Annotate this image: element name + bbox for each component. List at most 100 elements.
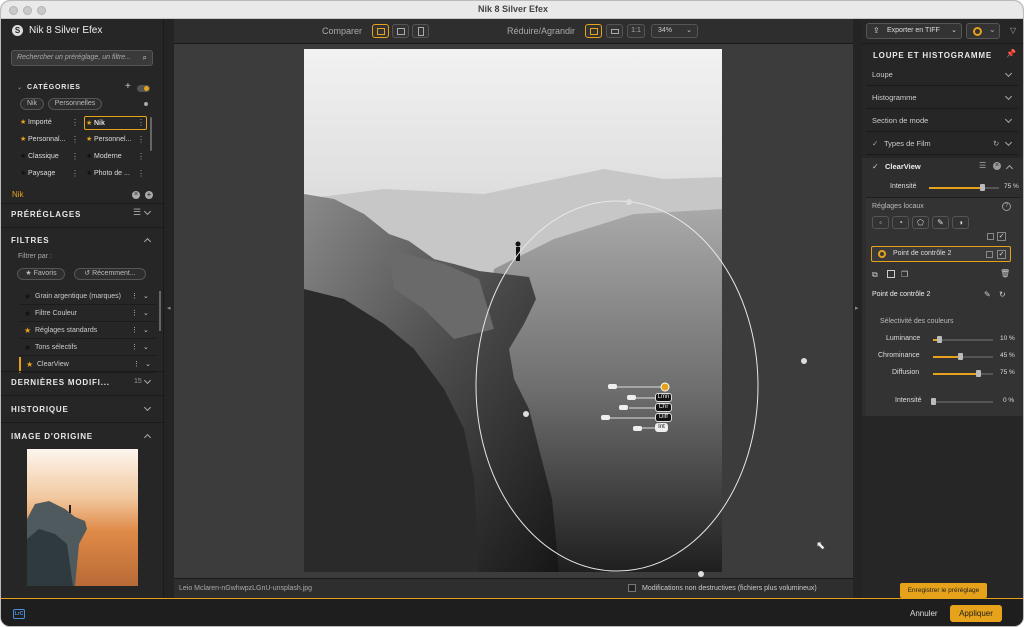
all-points-check[interactable]: ✓ (997, 232, 1006, 241)
remove-icon[interactable]: × (132, 191, 140, 199)
section-loupe[interactable]: Loupe (866, 64, 1018, 86)
more-icon[interactable]: ⋮ (71, 116, 79, 130)
gradient-tool-icon[interactable]: ◔ (892, 216, 909, 229)
original-image-thumbnail (27, 449, 138, 586)
history-title: HISTORIQUE (11, 405, 69, 414)
tab-personnelles[interactable]: Personnelles (48, 98, 102, 110)
section-film-types[interactable]: ✓ Types de Film ↻ (866, 133, 1018, 155)
cp-diffusion-tag[interactable]: Diff (655, 413, 672, 422)
filter-row-color[interactable]: ★ Filtre Couleur ⋮ ⌄ (19, 306, 157, 322)
tab-nik[interactable]: Nik (20, 98, 44, 110)
list-icon[interactable]: ☰ (979, 161, 986, 170)
recent-edits-title: DERNIÈRES MODIFI... (11, 378, 110, 387)
remove-filter-icon[interactable]: × (993, 162, 1001, 170)
clearview-enable-check[interactable]: ✓ (872, 162, 879, 171)
presets-title: PRÉRÉGLAGES (11, 210, 82, 219)
cp-intensity-tag[interactable]: Int (655, 423, 668, 432)
more-icon[interactable]: ⋮ (137, 133, 145, 147)
delete-icon[interactable]: 🗑 (1000, 269, 1010, 278)
cancel-button[interactable]: Annuler (910, 609, 938, 618)
filters-scrollbar[interactable] (159, 291, 161, 331)
luminance-value: 10 % (1000, 335, 1015, 342)
search-input[interactable]: Rechercher un préréglage, un filtre... ⌕ (11, 50, 153, 66)
checkmark-icon: ✓ (997, 250, 1006, 259)
recent-edits-count: 15 (134, 378, 142, 385)
add-icon[interactable]: + (145, 191, 153, 199)
more-icon[interactable]: ⋮ (71, 133, 79, 147)
nondestructive-checkbox[interactable] (628, 584, 636, 592)
cp-chrominance-tag[interactable]: Chr (655, 403, 672, 412)
search-placeholder: Rechercher un préréglage, un filtre... (17, 54, 132, 61)
app-window: Nik 8 Silver Efex S Nik 8 Silver Efex Re… (0, 0, 1024, 627)
lightroom-icon[interactable]: LrC (13, 609, 25, 619)
local-intensity-label: Intensité (895, 397, 922, 404)
filter-row-selective[interactable]: ★ Tons sélectifs ⋮ ⌄ (19, 340, 157, 356)
diffusion-value: 75 % (1000, 369, 1015, 376)
lasso-tool-icon[interactable]: ⬠ (912, 216, 929, 229)
control-point-tool-icon[interactable]: ◦ (872, 216, 889, 229)
apply-button[interactable]: Appliquer (950, 605, 1002, 622)
chevron-down-icon[interactable] (143, 403, 152, 412)
invert-point-icon[interactable] (887, 270, 895, 278)
left-panel-collapse[interactable]: ◂ (164, 19, 174, 598)
filter-row-grain[interactable]: ★ Grain argentique (marques) ⋮ ⌄ (19, 289, 157, 305)
chevron-up-icon[interactable] (1005, 164, 1014, 173)
local-intensity-slider[interactable] (931, 398, 993, 405)
pin-icon[interactable]: 📌 (1006, 49, 1016, 58)
chevron-down-icon[interactable] (143, 207, 152, 216)
ellipse-handle-bottom (698, 571, 704, 577)
intensity-slider[interactable] (929, 184, 999, 191)
control-point-overlay[interactable] (174, 19, 853, 598)
local-adjustments-box: Réglages locaux ? ◦ ◔ ⬠ ✎ ◑ ✓ Point de c… (866, 197, 1021, 416)
section-histogram[interactable]: Histogramme (866, 87, 1018, 109)
cp-luminance-tag[interactable]: Lmn (655, 393, 672, 402)
search-icon[interactable]: ⌕ (143, 53, 147, 63)
intensity-value: 75 % (1004, 183, 1019, 190)
nik-logo-icon: S (12, 25, 23, 36)
chevron-down-icon[interactable]: ⌄ (17, 84, 22, 91)
clearview-title: ClearView (885, 162, 921, 171)
more-icon[interactable]: ⋮ (137, 167, 145, 181)
more-icon[interactable]: ⋮ (71, 150, 79, 164)
mask-toggle[interactable] (987, 233, 994, 240)
more-icon[interactable]: ⋮ (137, 150, 145, 164)
help-icon[interactable]: ? (1002, 202, 1011, 211)
chrominance-value: 45 % (1000, 352, 1015, 359)
chevron-up-icon[interactable] (143, 237, 152, 246)
luminosity-tool-icon[interactable]: ◑ (952, 216, 969, 229)
local-adjustments-title: Réglages locaux (872, 203, 924, 210)
recent-filter-button[interactable]: ↺ Récemment... (74, 268, 146, 280)
chevron-down-icon[interactable] (143, 376, 152, 385)
more-icon[interactable]: ⋮ (71, 167, 79, 181)
duplicate-point-icon[interactable]: ⧉ (872, 270, 878, 280)
category-option-dot[interactable] (144, 102, 148, 106)
more-icon[interactable]: ⋮ (137, 116, 145, 130)
section-mode[interactable]: Section de mode (866, 110, 1018, 132)
chrominance-label: Chrominance (878, 352, 920, 359)
categories-toggle[interactable] (137, 85, 150, 92)
control-point-name: Point de contrôle 2 (872, 291, 931, 298)
right-panel-collapse[interactable]: ▸ (853, 19, 862, 598)
panel-menu-icon[interactable]: ▽ (1010, 26, 1016, 35)
control-point-icon (878, 250, 886, 258)
save-preset-button[interactable]: Enregistrer le préréglage (900, 583, 987, 598)
chevron-up-icon[interactable] (143, 433, 152, 442)
filter-row-standard[interactable]: ★ Réglages standards ⋮ ⌄ (19, 323, 157, 339)
chrominance-slider[interactable] (933, 353, 993, 360)
favorites-filter-button[interactable]: ★ Favoris (17, 268, 65, 280)
export-button[interactable]: ⇪ Exporter en TIFF ⌄ (866, 23, 962, 39)
group-point-icon[interactable]: ❐ (901, 270, 908, 279)
edit-name-icon[interactable]: ✎ (984, 290, 991, 299)
selected-category-label: Nik (12, 190, 24, 199)
categories-scrollbar[interactable] (150, 117, 152, 151)
add-category-icon[interactable]: + (125, 81, 131, 92)
preset-color-button[interactable]: ⌄ (966, 23, 1000, 39)
original-image-title: IMAGE D'ORIGINE (11, 432, 93, 441)
control-point-list-item[interactable]: Point de contrôle 2 ✓ (871, 246, 1011, 262)
diffusion-slider[interactable] (933, 370, 993, 377)
luminance-slider[interactable] (933, 336, 993, 343)
brush-tool-icon[interactable]: ✎ (932, 216, 949, 229)
mask-icon (986, 251, 993, 258)
list-icon[interactable]: ☰ (133, 207, 141, 218)
reset-icon[interactable]: ↻ (999, 290, 1006, 299)
